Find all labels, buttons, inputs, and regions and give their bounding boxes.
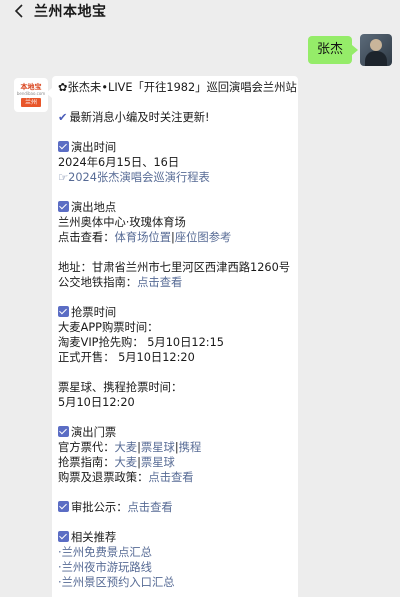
related-link-3[interactable]: ·兰州景区预约入口汇总 bbox=[58, 575, 292, 590]
venue-heading: 演出地点 bbox=[58, 200, 292, 215]
approval-notice: 审批公示：点击查看 bbox=[58, 500, 292, 515]
related-link-1[interactable]: ·兰州免费景点汇总 bbox=[58, 545, 292, 560]
update-tip: ✔ 最新消息小编及时关注更新! bbox=[58, 111, 210, 124]
damai-time-label: 大麦APP购票时间： bbox=[58, 321, 159, 334]
event-title: ✿张杰未•LIVE「开往1982」巡回演唱会兰州站 bbox=[58, 81, 297, 94]
chat-title: 兰州本地宝 bbox=[34, 4, 107, 20]
checkbox-icon bbox=[58, 501, 69, 512]
back-button[interactable] bbox=[10, 2, 28, 20]
official-agents: 官方票代：大麦|票星球|携程 bbox=[58, 441, 202, 454]
refund-policy-link[interactable]: 点击查看 bbox=[148, 471, 193, 484]
checkmark-icon: ✔ bbox=[58, 111, 68, 124]
seatmap-link[interactable]: 座位图参考 bbox=[175, 231, 232, 244]
agent-damai-link[interactable]: 大麦 bbox=[115, 441, 138, 454]
guide-damai-link[interactable]: 大麦 bbox=[115, 456, 138, 469]
other-platforms-time: 5月10日12:20 bbox=[58, 396, 135, 409]
transit-guide: 公交地铁指南：点击查看 bbox=[58, 276, 183, 289]
bot-avatar[interactable]: 本地宝 bendibao.com 兰州 bbox=[14, 78, 48, 112]
tour-schedule-link[interactable]: ☞2024张杰演唱会巡演行程表 bbox=[58, 170, 292, 185]
venue-address: 地址：甘肃省兰州市七里河区西津西路1260号 bbox=[58, 261, 291, 274]
ticket-guide: 抢票指南：大麦|票星球 bbox=[58, 456, 175, 469]
time-heading: 演出时间 bbox=[58, 140, 292, 155]
event-date: 2024年6月15日、16日 bbox=[58, 156, 180, 169]
admission-heading: 演出门票 bbox=[58, 425, 292, 440]
venue-name: 兰州奥体中心·玫瑰体育场 bbox=[58, 216, 186, 229]
agent-ctrip-link[interactable]: 携程 bbox=[179, 441, 202, 454]
tickets-heading: 抢票时间 bbox=[58, 305, 292, 320]
approval-link[interactable]: 点击查看 bbox=[128, 501, 173, 514]
transit-link[interactable]: 点击查看 bbox=[137, 276, 182, 289]
venue-links: 点击查看：体育场位置|座位图参考 bbox=[58, 231, 232, 244]
incoming-message-bubble: ✿张杰未•LIVE「开往1982」巡回演唱会兰州站 ✔ 最新消息小编及时关注更新!… bbox=[46, 76, 298, 597]
bot-logo-text: 本地宝 bbox=[20, 83, 42, 91]
agent-piaoxingqiu-link[interactable]: 票星球 bbox=[141, 441, 175, 454]
checkbox-icon bbox=[58, 201, 69, 212]
related-heading: 相关推荐 bbox=[58, 530, 292, 545]
checkbox-icon bbox=[58, 141, 69, 152]
checkbox-icon bbox=[58, 426, 69, 437]
top-bar: 兰州本地宝 bbox=[0, 0, 400, 22]
vip-presale-time: 淘麦VIP抢先购： 5月10日12:15 bbox=[58, 336, 224, 349]
outgoing-message[interactable]: 张杰 bbox=[307, 36, 359, 64]
venue-location-link[interactable]: 体育场位置 bbox=[115, 231, 172, 244]
related-link-2[interactable]: ·兰州夜市游玩路线 bbox=[58, 560, 292, 575]
checkbox-icon bbox=[58, 531, 69, 542]
chevron-left-icon bbox=[14, 4, 23, 18]
refund-policy: 购票及退票政策：点击查看 bbox=[58, 471, 194, 484]
checkbox-icon bbox=[58, 306, 69, 317]
bot-logo-url: bendibao.com bbox=[16, 91, 46, 96]
general-sale-time: 正式开售： 5月10日12:20 bbox=[58, 351, 195, 364]
other-platforms-label: 票星球、携程抢票时间： bbox=[58, 381, 183, 394]
bot-logo-city: 兰州 bbox=[20, 98, 41, 107]
guide-piaoxingqiu-link[interactable]: 票星球 bbox=[141, 456, 175, 469]
my-avatar[interactable] bbox=[360, 34, 392, 66]
